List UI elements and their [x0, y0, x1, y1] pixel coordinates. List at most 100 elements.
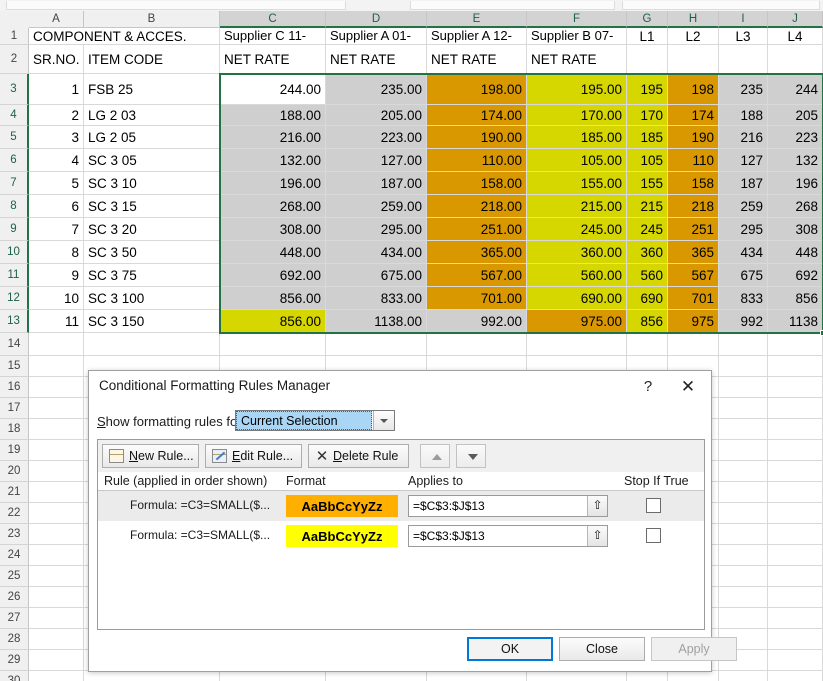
cell-i23[interactable]: [719, 524, 768, 545]
row-header-22[interactable]: 22: [0, 503, 29, 524]
cell-a6[interactable]: 4: [29, 149, 84, 172]
row-header-27[interactable]: 27: [0, 608, 29, 629]
cell-i18[interactable]: [719, 419, 768, 440]
cell-e12[interactable]: 701.00: [427, 287, 527, 310]
cell-a5[interactable]: 3: [29, 126, 84, 149]
cell-e1[interactable]: Supplier A 12-09-18: [427, 28, 527, 45]
cell-d3[interactable]: 235.00: [326, 74, 427, 105]
cell-b12[interactable]: SC 3 100: [84, 287, 220, 310]
cell-h9[interactable]: 251: [668, 218, 719, 241]
cell-j11[interactable]: 692: [768, 264, 823, 287]
cell-i21[interactable]: [719, 482, 768, 503]
rule-format-preview[interactable]: AaBbCcYyZz: [286, 495, 398, 517]
cell-j24[interactable]: [768, 545, 823, 566]
help-icon[interactable]: ?: [633, 375, 663, 399]
cell-d10[interactable]: 434.00: [326, 241, 427, 264]
cell-b5[interactable]: LG 2 05: [84, 126, 220, 149]
cell-g14[interactable]: [627, 333, 668, 356]
cell-h10[interactable]: 365: [668, 241, 719, 264]
row-header-10[interactable]: 10: [0, 241, 29, 264]
cell-j10[interactable]: 448: [768, 241, 823, 264]
cell-i10[interactable]: 434: [719, 241, 768, 264]
row-header-19[interactable]: 19: [0, 440, 29, 461]
column-header-a[interactable]: A: [29, 11, 84, 28]
cell-b7[interactable]: SC 3 10: [84, 172, 220, 195]
cell-g5[interactable]: 185: [627, 126, 668, 149]
cell-e2[interactable]: NET RATE: [427, 45, 527, 74]
cell-f30[interactable]: [527, 671, 627, 681]
cell-d11[interactable]: 675.00: [326, 264, 427, 287]
cell-a19[interactable]: [29, 440, 84, 461]
cell-i11[interactable]: 675: [719, 264, 768, 287]
cell-g2[interactable]: [627, 45, 668, 74]
cell-a14[interactable]: [29, 333, 84, 356]
cell-c30[interactable]: [220, 671, 326, 681]
cell-a24[interactable]: [29, 545, 84, 566]
cell-c13[interactable]: 856.00: [220, 310, 326, 333]
cell-i27[interactable]: [719, 608, 768, 629]
cell-g7[interactable]: 155: [627, 172, 668, 195]
row-header-2[interactable]: 2: [0, 45, 29, 74]
table-row[interactable]: Formula: =C3=SMALL($... AaBbCcYyZz =$C$3…: [98, 521, 704, 551]
row-header-5[interactable]: 5: [0, 126, 29, 149]
cell-i14[interactable]: [719, 333, 768, 356]
cell-h30[interactable]: [668, 671, 719, 681]
cell-j5[interactable]: 223: [768, 126, 823, 149]
cell-j8[interactable]: 268: [768, 195, 823, 218]
cell-b6[interactable]: SC 3 05: [84, 149, 220, 172]
cell-h5[interactable]: 190: [668, 126, 719, 149]
row-header-7[interactable]: 7: [0, 172, 29, 195]
cell-j26[interactable]: [768, 587, 823, 608]
row-header-8[interactable]: 8: [0, 195, 29, 218]
cell-a27[interactable]: [29, 608, 84, 629]
cell-j7[interactable]: 196: [768, 172, 823, 195]
cell-j25[interactable]: [768, 566, 823, 587]
cell-i6[interactable]: 127: [719, 149, 768, 172]
row-header-18[interactable]: 18: [0, 419, 29, 440]
column-header-h[interactable]: H: [668, 11, 719, 28]
cell-a12[interactable]: 10: [29, 287, 84, 310]
cell-c9[interactable]: 308.00: [220, 218, 326, 241]
cell-i13[interactable]: 992: [719, 310, 768, 333]
cell-c2[interactable]: NET RATE: [220, 45, 326, 74]
cell-a18[interactable]: [29, 419, 84, 440]
cell-j19[interactable]: [768, 440, 823, 461]
cell-b14[interactable]: [84, 333, 220, 356]
cell-e8[interactable]: 218.00: [427, 195, 527, 218]
row-header-11[interactable]: 11: [0, 264, 29, 287]
row-header-14[interactable]: 14: [0, 333, 29, 356]
cell-a8[interactable]: 6: [29, 195, 84, 218]
cell-a30[interactable]: [29, 671, 84, 681]
cell-j21[interactable]: [768, 482, 823, 503]
apply-button[interactable]: Apply: [651, 637, 737, 661]
new-rule-button[interactable]: New Rule...: [102, 444, 199, 468]
move-rule-down-button[interactable]: [456, 444, 486, 468]
cell-i4[interactable]: 188: [719, 105, 768, 126]
row-header-1[interactable]: 1: [0, 28, 29, 45]
cell-c14[interactable]: [220, 333, 326, 356]
row-header-16[interactable]: 16: [0, 377, 29, 398]
cell-d9[interactable]: 295.00: [326, 218, 427, 241]
cell-e30[interactable]: [427, 671, 527, 681]
cell-a17[interactable]: [29, 398, 84, 419]
edit-rule-button[interactable]: Edit Rule...: [205, 444, 302, 468]
cell-a25[interactable]: [29, 566, 84, 587]
cell-j3[interactable]: 244: [768, 74, 823, 105]
cell-j16[interactable]: [768, 377, 823, 398]
row-header-23[interactable]: 23: [0, 524, 29, 545]
column-header-f[interactable]: F: [527, 11, 627, 28]
cell-a22[interactable]: [29, 503, 84, 524]
cell-e10[interactable]: 365.00: [427, 241, 527, 264]
cell-h2[interactable]: [668, 45, 719, 74]
cell-h4[interactable]: 174: [668, 105, 719, 126]
cell-i25[interactable]: [719, 566, 768, 587]
cell-i26[interactable]: [719, 587, 768, 608]
cell-i16[interactable]: [719, 377, 768, 398]
cell-j1[interactable]: L4: [768, 28, 823, 45]
cell-f12[interactable]: 690.00: [527, 287, 627, 310]
cell-d14[interactable]: [326, 333, 427, 356]
cell-g8[interactable]: 215: [627, 195, 668, 218]
column-header-j[interactable]: J: [768, 11, 823, 28]
cell-e4[interactable]: 174.00: [427, 105, 527, 126]
cell-g3[interactable]: 195: [627, 74, 668, 105]
